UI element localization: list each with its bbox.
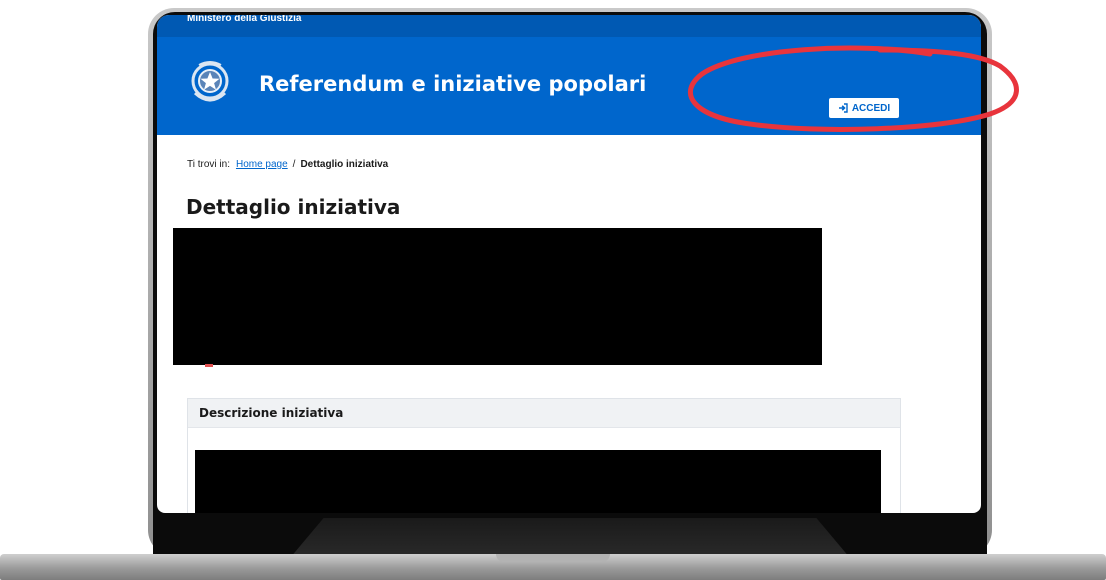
- laptop-keyboard: [290, 518, 850, 558]
- italian-republic-emblem-icon[interactable]: [189, 57, 231, 109]
- ministry-label[interactable]: Ministero della Giustizia: [187, 15, 301, 24]
- breadcrumb-prefix: Ti trovi in:: [187, 159, 230, 170]
- site-header: Referendum e iniziative popolari ACCEDI: [157, 37, 981, 135]
- ministry-bar: Ministero della Giustizia: [157, 15, 981, 37]
- sign-in-icon: [838, 103, 848, 113]
- panel-title: Descrizione iniziativa: [188, 399, 900, 428]
- site-title[interactable]: Referendum e iniziative popolari: [259, 72, 646, 96]
- login-label: ACCEDI: [851, 102, 891, 114]
- login-button[interactable]: ACCEDI: [829, 98, 899, 118]
- browser-screen: Ministero della Giustizia Referendum e i…: [157, 15, 981, 513]
- breadcrumb-current: Dettaglio iniziativa: [300, 159, 389, 170]
- breadcrumb-home-link[interactable]: Home page: [236, 159, 288, 170]
- breadcrumb: Ti trovi in: Home page / Dettaglio iniziati…: [187, 159, 388, 170]
- breadcrumb-separator: /: [292, 159, 296, 170]
- redacted-block: [173, 228, 822, 365]
- redaction-edge-mark: [205, 364, 213, 367]
- page-title: Dettaglio iniziativa: [186, 195, 401, 219]
- redacted-description: [195, 450, 881, 513]
- laptop-notch: [496, 554, 610, 562]
